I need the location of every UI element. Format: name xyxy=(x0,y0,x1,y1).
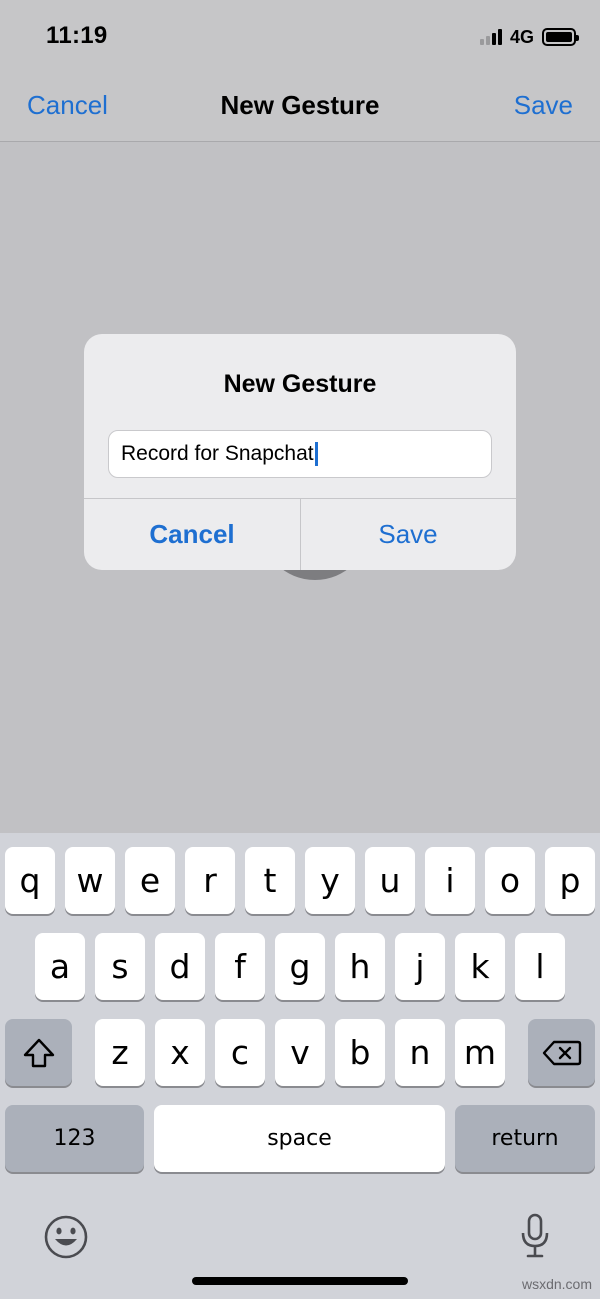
dictation-button[interactable] xyxy=(510,1208,560,1264)
key-p[interactable]: p xyxy=(545,847,595,914)
key-x[interactable]: x xyxy=(155,1019,205,1086)
key-y[interactable]: y xyxy=(305,847,355,914)
keyboard: 123 space return qwertyuiop asdfghjkl zxcv… xyxy=(0,833,600,1299)
key-i[interactable]: i xyxy=(425,847,475,914)
key-v[interactable]: v xyxy=(275,1019,325,1086)
network-type: 4G xyxy=(509,26,534,47)
watermark: wsxdn.com xyxy=(521,1276,592,1292)
gesture-name-input[interactable]: Record for Snapchat xyxy=(108,430,492,478)
key-t[interactable]: t xyxy=(245,847,295,914)
key-n[interactable]: n xyxy=(395,1019,445,1086)
microphone-icon xyxy=(521,1213,549,1258)
key-j[interactable]: j xyxy=(395,933,445,1000)
shift-icon xyxy=(23,1038,54,1067)
key-s[interactable]: s xyxy=(95,933,145,1000)
status-indicators: 4G xyxy=(479,26,579,48)
nav-title: New Gesture xyxy=(220,90,380,120)
cellular-signal-icon xyxy=(479,29,502,45)
new-gesture-alert: New Gesture Record for Snapchat Cancel S… xyxy=(84,334,516,570)
shift-key[interactable] xyxy=(5,1019,72,1086)
top-bar: 11:19 4G Cancel New Gesture Save xyxy=(0,0,600,142)
status-time: 11:19 xyxy=(46,22,108,49)
backspace-icon xyxy=(542,1040,581,1065)
key-z[interactable]: z xyxy=(95,1019,145,1086)
key-w[interactable]: w xyxy=(65,847,115,914)
alert-title: New Gesture xyxy=(223,370,377,398)
alert-cancel-button[interactable]: Cancel xyxy=(84,499,300,570)
space-key[interactable]: space xyxy=(154,1105,445,1172)
key-b[interactable]: b xyxy=(335,1019,385,1086)
return-key[interactable]: return xyxy=(455,1105,595,1172)
key-q[interactable]: q xyxy=(5,847,55,914)
battery-icon xyxy=(542,28,579,46)
numbers-key[interactable]: 123 xyxy=(5,1105,144,1172)
home-indicator[interactable] xyxy=(192,1277,408,1285)
key-k[interactable]: k xyxy=(455,933,505,1000)
key-r[interactable]: r xyxy=(185,847,235,914)
key-a[interactable]: a xyxy=(35,933,85,1000)
emoji-icon xyxy=(44,1215,88,1259)
key-u[interactable]: u xyxy=(365,847,415,914)
gesture-name-value: Record for Snapchat xyxy=(121,442,314,465)
key-m[interactable]: m xyxy=(455,1019,505,1086)
key-f[interactable]: f xyxy=(215,933,265,1000)
key-g[interactable]: g xyxy=(275,933,325,1000)
backspace-key[interactable] xyxy=(528,1019,595,1086)
emoji-button[interactable] xyxy=(40,1211,92,1263)
nav-save-button[interactable]: Save xyxy=(514,90,573,121)
alert-save-button[interactable]: Save xyxy=(300,499,516,570)
key-l[interactable]: l xyxy=(515,933,565,1000)
key-h[interactable]: h xyxy=(335,933,385,1000)
key-c[interactable]: c xyxy=(215,1019,265,1086)
text-caret xyxy=(314,442,318,466)
key-o[interactable]: o xyxy=(485,847,535,914)
key-d[interactable]: d xyxy=(155,933,205,1000)
key-e[interactable]: e xyxy=(125,847,175,914)
